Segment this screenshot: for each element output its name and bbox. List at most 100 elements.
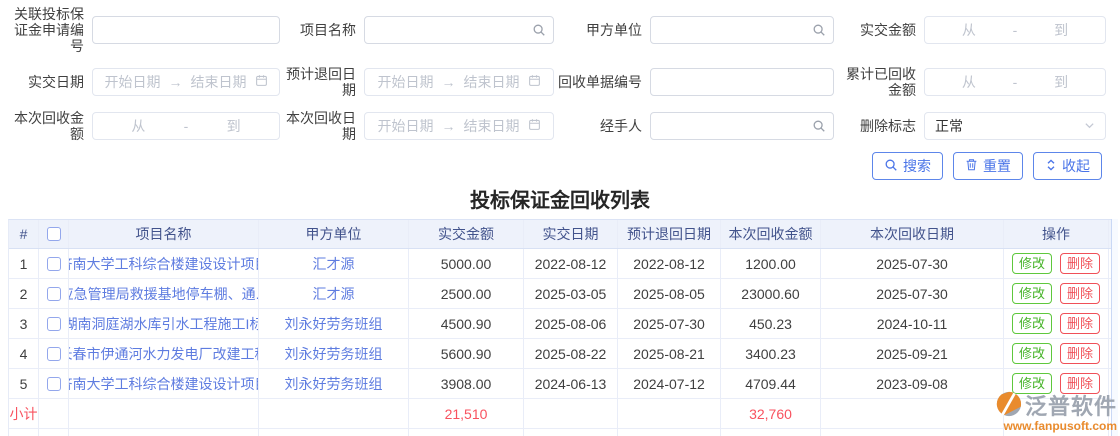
col-header-actions: 操作 bbox=[1004, 220, 1109, 248]
range-from-input[interactable]: 从 bbox=[131, 116, 145, 136]
table-row: 4 长春市伊通河水力发电厂改建工程 刘永好劳务班组 5600.90 2025-0… bbox=[9, 339, 1111, 369]
recovery-date-cell: 2025-07-30 bbox=[821, 279, 1004, 308]
expected-return-date-cell: 2022-08-12 bbox=[618, 249, 721, 278]
range-dash: - bbox=[1012, 22, 1018, 38]
delete-button[interactable]: 删除 bbox=[1060, 283, 1101, 304]
paid-date-cell: 2025-08-06 bbox=[524, 309, 618, 338]
party-a-unit-link[interactable]: 汇才源 bbox=[259, 249, 409, 278]
edit-button[interactable]: 修改 bbox=[1011, 313, 1052, 334]
paid-amount-label: 实交金额 bbox=[860, 22, 916, 38]
current-recovery-amount-range: 从 - 到 bbox=[92, 112, 280, 140]
search-icon bbox=[812, 23, 826, 40]
delete-button[interactable]: 删除 bbox=[1060, 253, 1101, 274]
col-header-index: # bbox=[9, 220, 39, 248]
reset-button[interactable]: 重置 bbox=[953, 152, 1023, 180]
handler-input[interactable] bbox=[650, 112, 834, 140]
paid-date-cell: 2025-03-05 bbox=[524, 279, 618, 308]
recovery-doc-no-input[interactable] bbox=[650, 68, 834, 96]
subtotal-label: 小计 bbox=[9, 399, 39, 428]
select-all-checkbox[interactable] bbox=[46, 227, 61, 241]
delete-flag-select[interactable]: 正常 bbox=[924, 112, 1106, 140]
recovery-date-cell: 2025-07-30 bbox=[821, 249, 1004, 278]
delete-button[interactable]: 删除 bbox=[1060, 313, 1101, 334]
col-header-paid-date: 实交日期 bbox=[524, 220, 618, 248]
row-number: 1 bbox=[9, 249, 39, 278]
table-row: 2 应急管理局救援基地停车棚、通... 汇才源 2500.00 2025-03-… bbox=[9, 279, 1111, 309]
search-button-label: 搜索 bbox=[903, 158, 931, 174]
project-name-link[interactable]: 应急管理局救援基地停车棚、通... bbox=[69, 279, 259, 308]
edit-button[interactable]: 修改 bbox=[1011, 253, 1052, 274]
project-name-input[interactable] bbox=[364, 16, 554, 44]
end-date-input[interactable]: 结束日期 bbox=[464, 116, 520, 136]
row-checkbox[interactable] bbox=[46, 376, 61, 391]
row-checkbox[interactable] bbox=[46, 316, 61, 331]
filter-toolbar: 搜索 重置 收起 bbox=[8, 142, 1112, 180]
col-header-paid-amount: 实交金额 bbox=[409, 220, 524, 248]
expected-return-date-range-picker: 开始日期 → 结束日期 bbox=[364, 68, 554, 96]
row-checkbox[interactable] bbox=[46, 286, 61, 301]
range-dash: - bbox=[183, 118, 189, 134]
party-a-unit-link[interactable]: 刘永好劳务班组 bbox=[259, 339, 409, 368]
recovery-doc-no-label: 回收单据编号 bbox=[558, 74, 642, 90]
search-icon bbox=[812, 119, 826, 136]
calendar-icon[interactable] bbox=[528, 118, 541, 134]
paid-amount-cell: 5000.00 bbox=[409, 249, 524, 278]
range-to-input[interactable]: 到 bbox=[227, 116, 241, 136]
party-a-unit-link[interactable]: 刘永好劳务班组 bbox=[259, 369, 409, 398]
total-label: 合计 bbox=[9, 429, 39, 436]
delete-flag-label: 删除标志 bbox=[860, 118, 916, 134]
arrow-right-icon: → bbox=[441, 118, 456, 134]
accumulated-recovered-label: 累计已回收金额 bbox=[846, 66, 916, 98]
collapse-button[interactable]: 收起 bbox=[1033, 152, 1102, 180]
start-date-input[interactable]: 开始日期 bbox=[378, 116, 434, 136]
project-name-link[interactable]: 湖南洞庭湖水库引水工程施工I标 bbox=[69, 309, 259, 338]
project-name-label: 项目名称 bbox=[300, 22, 356, 38]
col-header-recovery-date: 本次回收日期 bbox=[821, 220, 1004, 248]
paid-date-range-picker: 开始日期 → 结束日期 bbox=[92, 68, 280, 96]
range-from-input[interactable]: 从 bbox=[962, 20, 976, 40]
paid-date-cell: 2025-08-22 bbox=[524, 339, 618, 368]
paid-amount-cell: 4500.90 bbox=[409, 309, 524, 338]
row-number: 2 bbox=[9, 279, 39, 308]
trash-icon bbox=[965, 158, 978, 174]
range-to-input[interactable]: 到 bbox=[1054, 72, 1068, 92]
party-a-label: 甲方单位 bbox=[586, 22, 642, 38]
table-header-row: # 项目名称 甲方单位 实交金额 实交日期 预计退回日期 本次回收金额 本次回收… bbox=[9, 220, 1111, 249]
total-row: 合计 21509.80 32760.50 bbox=[9, 429, 1111, 436]
search-button[interactable]: 搜索 bbox=[872, 152, 943, 180]
calendar-icon[interactable] bbox=[528, 74, 541, 90]
calendar-icon[interactable] bbox=[255, 74, 268, 90]
edit-button[interactable]: 修改 bbox=[1011, 373, 1052, 394]
delete-flag-value: 正常 bbox=[935, 118, 963, 134]
range-from-input[interactable]: 从 bbox=[962, 72, 976, 92]
start-date-input[interactable]: 开始日期 bbox=[378, 72, 434, 92]
col-header-recovery-amount: 本次回收金额 bbox=[721, 220, 821, 248]
delete-button[interactable]: 删除 bbox=[1060, 343, 1101, 364]
related-bid-no-input[interactable] bbox=[92, 16, 280, 44]
edit-button[interactable]: 修改 bbox=[1011, 343, 1052, 364]
row-checkbox[interactable] bbox=[46, 256, 61, 271]
edit-button[interactable]: 修改 bbox=[1011, 283, 1052, 304]
row-checkbox[interactable] bbox=[46, 346, 61, 361]
party-a-unit-link[interactable]: 刘永好劳务班组 bbox=[259, 309, 409, 338]
paid-amount-cell: 5600.90 bbox=[409, 339, 524, 368]
accumulated-recovered-range: 从 - 到 bbox=[924, 68, 1106, 96]
table-row: 3 湖南洞庭湖水库引水工程施工I标 刘永好劳务班组 4500.90 2025-0… bbox=[9, 309, 1111, 339]
project-name-link[interactable]: 济南大学工科综合楼建设设计项目 bbox=[69, 249, 259, 278]
start-date-input[interactable]: 开始日期 bbox=[105, 72, 161, 92]
arrow-right-icon: → bbox=[168, 74, 183, 90]
end-date-input[interactable]: 结束日期 bbox=[464, 72, 520, 92]
end-date-input[interactable]: 结束日期 bbox=[191, 72, 247, 92]
vertical-scrollbar[interactable] bbox=[1111, 219, 1118, 436]
project-name-link[interactable]: 长春市伊通河水力发电厂改建工程 bbox=[69, 339, 259, 368]
row-number: 3 bbox=[9, 309, 39, 338]
expected-return-date-cell: 2025-08-21 bbox=[618, 339, 721, 368]
range-to-input[interactable]: 到 bbox=[1054, 20, 1068, 40]
party-a-unit-link[interactable]: 汇才源 bbox=[259, 279, 409, 308]
party-a-input[interactable] bbox=[650, 16, 834, 44]
paid-date-label: 实交日期 bbox=[28, 74, 84, 90]
paid-amount-range: 从 - 到 bbox=[924, 16, 1106, 44]
row-number: 5 bbox=[9, 369, 39, 398]
project-name-link[interactable]: 济南大学工科综合楼建设设计项目 bbox=[69, 369, 259, 398]
delete-button[interactable]: 删除 bbox=[1060, 373, 1101, 394]
